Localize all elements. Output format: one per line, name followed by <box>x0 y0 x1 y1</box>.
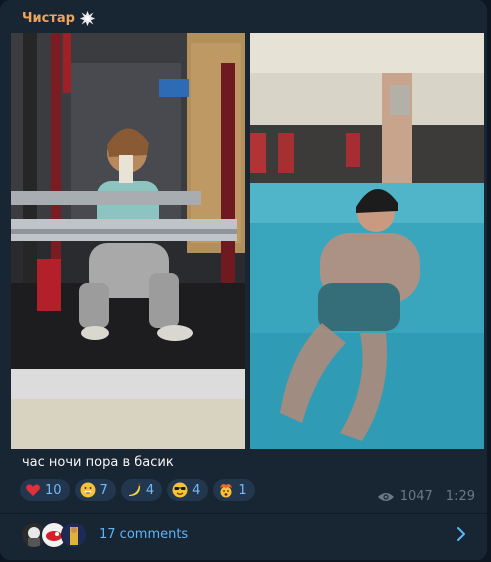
reaction-heart[interactable]: 10 <box>20 479 70 501</box>
post-author[interactable]: Чистар <box>22 9 96 27</box>
red-heart-icon <box>26 484 40 496</box>
reaction-grin[interactable]: 7 <box>74 479 116 501</box>
photo-pool[interactable] <box>250 33 484 449</box>
comments-bar[interactable]: 17 comments <box>0 514 487 554</box>
reaction-exploding-head[interactable]: 1 <box>213 479 255 501</box>
reactions-bar: 10 7 4 4 1 <box>20 479 255 501</box>
grinning-face-icon <box>80 482 96 498</box>
author-name[interactable]: Чистар <box>22 11 75 26</box>
smiling-face-with-sunglasses-icon <box>172 482 188 498</box>
gym-photo-image <box>11 33 245 449</box>
views-count: 1047 <box>399 489 433 504</box>
reaction-banana-count: 4 <box>145 482 155 498</box>
comments-link[interactable]: 17 comments <box>99 527 188 542</box>
eye-icon <box>377 492 394 501</box>
reaction-grin-count: 7 <box>99 482 108 498</box>
exploding-head-icon <box>220 484 233 498</box>
reaction-sunglasses[interactable]: 4 <box>167 479 209 501</box>
reaction-sunglasses-count: 4 <box>192 482 201 498</box>
commenter-avatars <box>21 522 89 548</box>
post-card: Чистар час ночи пора в басик 10 7 4 4 1 … <box>0 0 487 560</box>
banana-icon <box>128 483 141 496</box>
reaction-heart-count: 10 <box>45 482 62 498</box>
avatar <box>61 522 87 548</box>
post-time: 1:29 <box>445 489 475 504</box>
reaction-exploding-head-count: 1 <box>238 482 247 498</box>
photo-gym[interactable] <box>11 33 245 449</box>
reaction-banana[interactable]: 4 <box>120 479 163 501</box>
post-meta: 1047 1:29 <box>377 489 475 504</box>
pool-photo-image <box>250 33 484 449</box>
post-caption: час ночи пора в басик <box>22 455 174 470</box>
burst-icon <box>79 10 96 26</box>
chevron-right-icon[interactable] <box>453 524 469 544</box>
photo-album <box>11 33 484 449</box>
